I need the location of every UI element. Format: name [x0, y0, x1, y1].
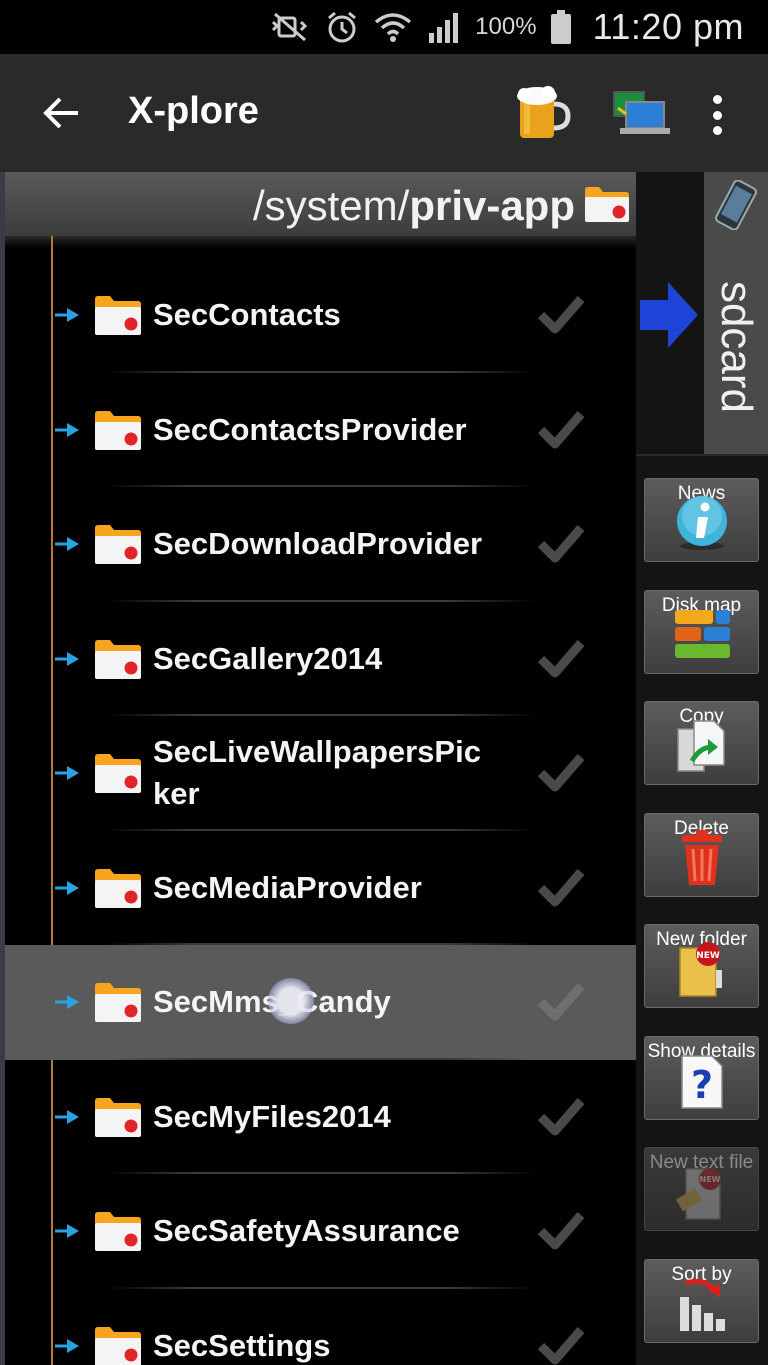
check-icon[interactable]: [537, 293, 585, 340]
folder-icon: [93, 522, 143, 571]
expand-arrow-icon[interactable]: [55, 421, 81, 444]
folder-row[interactable]: SecSafetyAssurance: [5, 1174, 637, 1289]
folder-row[interactable]: SecMediaProvider: [5, 831, 637, 945]
folder-name: SecGallery2014: [153, 640, 383, 676]
new-folder-button[interactable]: New folder NEW: [644, 924, 759, 1008]
expand-arrow-icon[interactable]: [55, 1108, 81, 1131]
folder-icon: [93, 1324, 143, 1365]
blue-arrow-icon[interactable]: [638, 280, 700, 355]
folder-name: SecMediaProvider: [153, 869, 422, 905]
mute-icon: [269, 10, 311, 44]
app-title: X-plore: [128, 90, 259, 132]
svg-text:NEW: NEW: [699, 1175, 720, 1184]
clock: 11:20 pm: [592, 6, 744, 47]
question-icon: ?: [672, 1052, 732, 1115]
path-current: priv-app: [409, 182, 575, 229]
touch-indicator: [268, 978, 314, 1024]
folder-name: SecContactsProvider: [153, 411, 467, 447]
folder-row[interactable]: SecContacts: [5, 258, 637, 373]
check-icon[interactable]: [537, 866, 585, 913]
new-folder-icon: NEW: [672, 940, 732, 1003]
info-icon: [672, 494, 732, 557]
folder-row[interactable]: SecMyFiles2014: [5, 1060, 637, 1174]
folder-icon: [93, 866, 143, 915]
delete-button[interactable]: Delete: [644, 812, 759, 897]
folder-icon: [93, 980, 143, 1029]
folder-name: SecMyFiles2014: [153, 1098, 391, 1134]
sdcard-tab[interactable]: sdcard: [704, 172, 768, 454]
folder-name: SecDownloadProvider: [153, 526, 483, 562]
folder-icon: [93, 293, 143, 342]
signal-icon: [427, 11, 461, 43]
expand-arrow-icon[interactable]: [55, 879, 81, 902]
phone-icon: [710, 179, 762, 235]
check-icon[interactable]: [537, 637, 585, 684]
expand-arrow-icon[interactable]: [55, 993, 81, 1016]
copy-icon: [672, 717, 732, 780]
right-pane: sdcard News Disk map Copy Delete New folder N…: [636, 172, 768, 1365]
sdcard-label: sdcard: [712, 280, 761, 414]
folder-name: SecContacts: [153, 297, 341, 333]
sort-icon: [672, 1275, 732, 1338]
overflow-menu-icon[interactable]: [700, 90, 734, 140]
check-icon[interactable]: [537, 1324, 585, 1365]
current-path: /system/priv-app: [253, 182, 575, 230]
folder-name: SecSettings: [153, 1327, 331, 1363]
path-prefix: /system/: [252, 182, 410, 229]
status-bar: 100% 11:20 pm: [0, 0, 768, 54]
folder-row[interactable]: SecContactsProvider: [5, 373, 637, 487]
show-details-button[interactable]: Show details?: [644, 1035, 759, 1120]
folder-name: SecSafetyAssurance: [153, 1213, 460, 1249]
disk-map-button[interactable]: Disk map: [644, 589, 759, 674]
wifi-icon: [373, 10, 413, 44]
folder-name: SecLiveWallpapersPicker: [153, 734, 481, 812]
new-text-file-button[interactable]: New text file NEW: [644, 1147, 759, 1231]
app-bar: X-plore: [0, 54, 768, 172]
folder-icon: [93, 408, 143, 457]
expand-arrow-icon[interactable]: [55, 764, 81, 787]
svg-text:NEW: NEW: [696, 951, 720, 961]
copy-button[interactable]: Copy: [644, 701, 759, 785]
check-icon[interactable]: [537, 751, 585, 798]
folder-row[interactable]: SecDownloadProvider: [5, 487, 637, 602]
check-icon[interactable]: [537, 980, 585, 1027]
expand-arrow-icon[interactable]: [55, 1337, 81, 1360]
folder-icon: [93, 1095, 143, 1144]
folder-row[interactable]: SecGallery2014: [5, 602, 637, 716]
folder-list: SecContacts SecContactsProvider SecDownloa…: [5, 258, 637, 1365]
alarm-icon: [325, 10, 359, 44]
check-icon[interactable]: [537, 408, 585, 455]
folder-icon: [93, 637, 143, 686]
folder-row[interactable]: SecMms_Candy: [5, 945, 637, 1060]
folder-icon: [93, 751, 143, 800]
sort-by-button[interactable]: Sort by: [644, 1258, 759, 1343]
trash-icon: [672, 829, 732, 892]
svg-text:?: ?: [690, 1063, 712, 1107]
check-icon[interactable]: [537, 1209, 585, 1256]
disk-map-icon: [672, 606, 732, 669]
news-button[interactable]: News: [644, 478, 759, 562]
check-icon[interactable]: [537, 522, 585, 569]
folder-row[interactable]: SecLiveWallpapersPicker: [5, 716, 637, 831]
folder-icon: [93, 1209, 143, 1258]
beer-icon[interactable]: [514, 84, 572, 142]
check-icon[interactable]: [537, 1095, 585, 1142]
expand-arrow-icon[interactable]: [55, 650, 81, 673]
folder-name: SecMms_Candy: [153, 981, 493, 1023]
folder-icon: [583, 184, 631, 229]
battery-percent: 100%: [475, 13, 537, 40]
left-file-pane: /system/priv-app SecContacts SecContactsP…: [0, 172, 641, 1365]
folder-row[interactable]: SecSettings: [5, 1289, 637, 1365]
computer-icon[interactable]: [610, 90, 672, 140]
new-text-file-icon: NEW: [672, 1163, 732, 1226]
expand-arrow-icon[interactable]: [55, 535, 81, 558]
path-bar[interactable]: /system/priv-app: [5, 172, 641, 236]
back-arrow-icon[interactable]: [34, 86, 88, 140]
battery-icon: [550, 10, 571, 44]
expand-arrow-icon[interactable]: [55, 306, 81, 329]
expand-arrow-icon[interactable]: [55, 1222, 81, 1245]
